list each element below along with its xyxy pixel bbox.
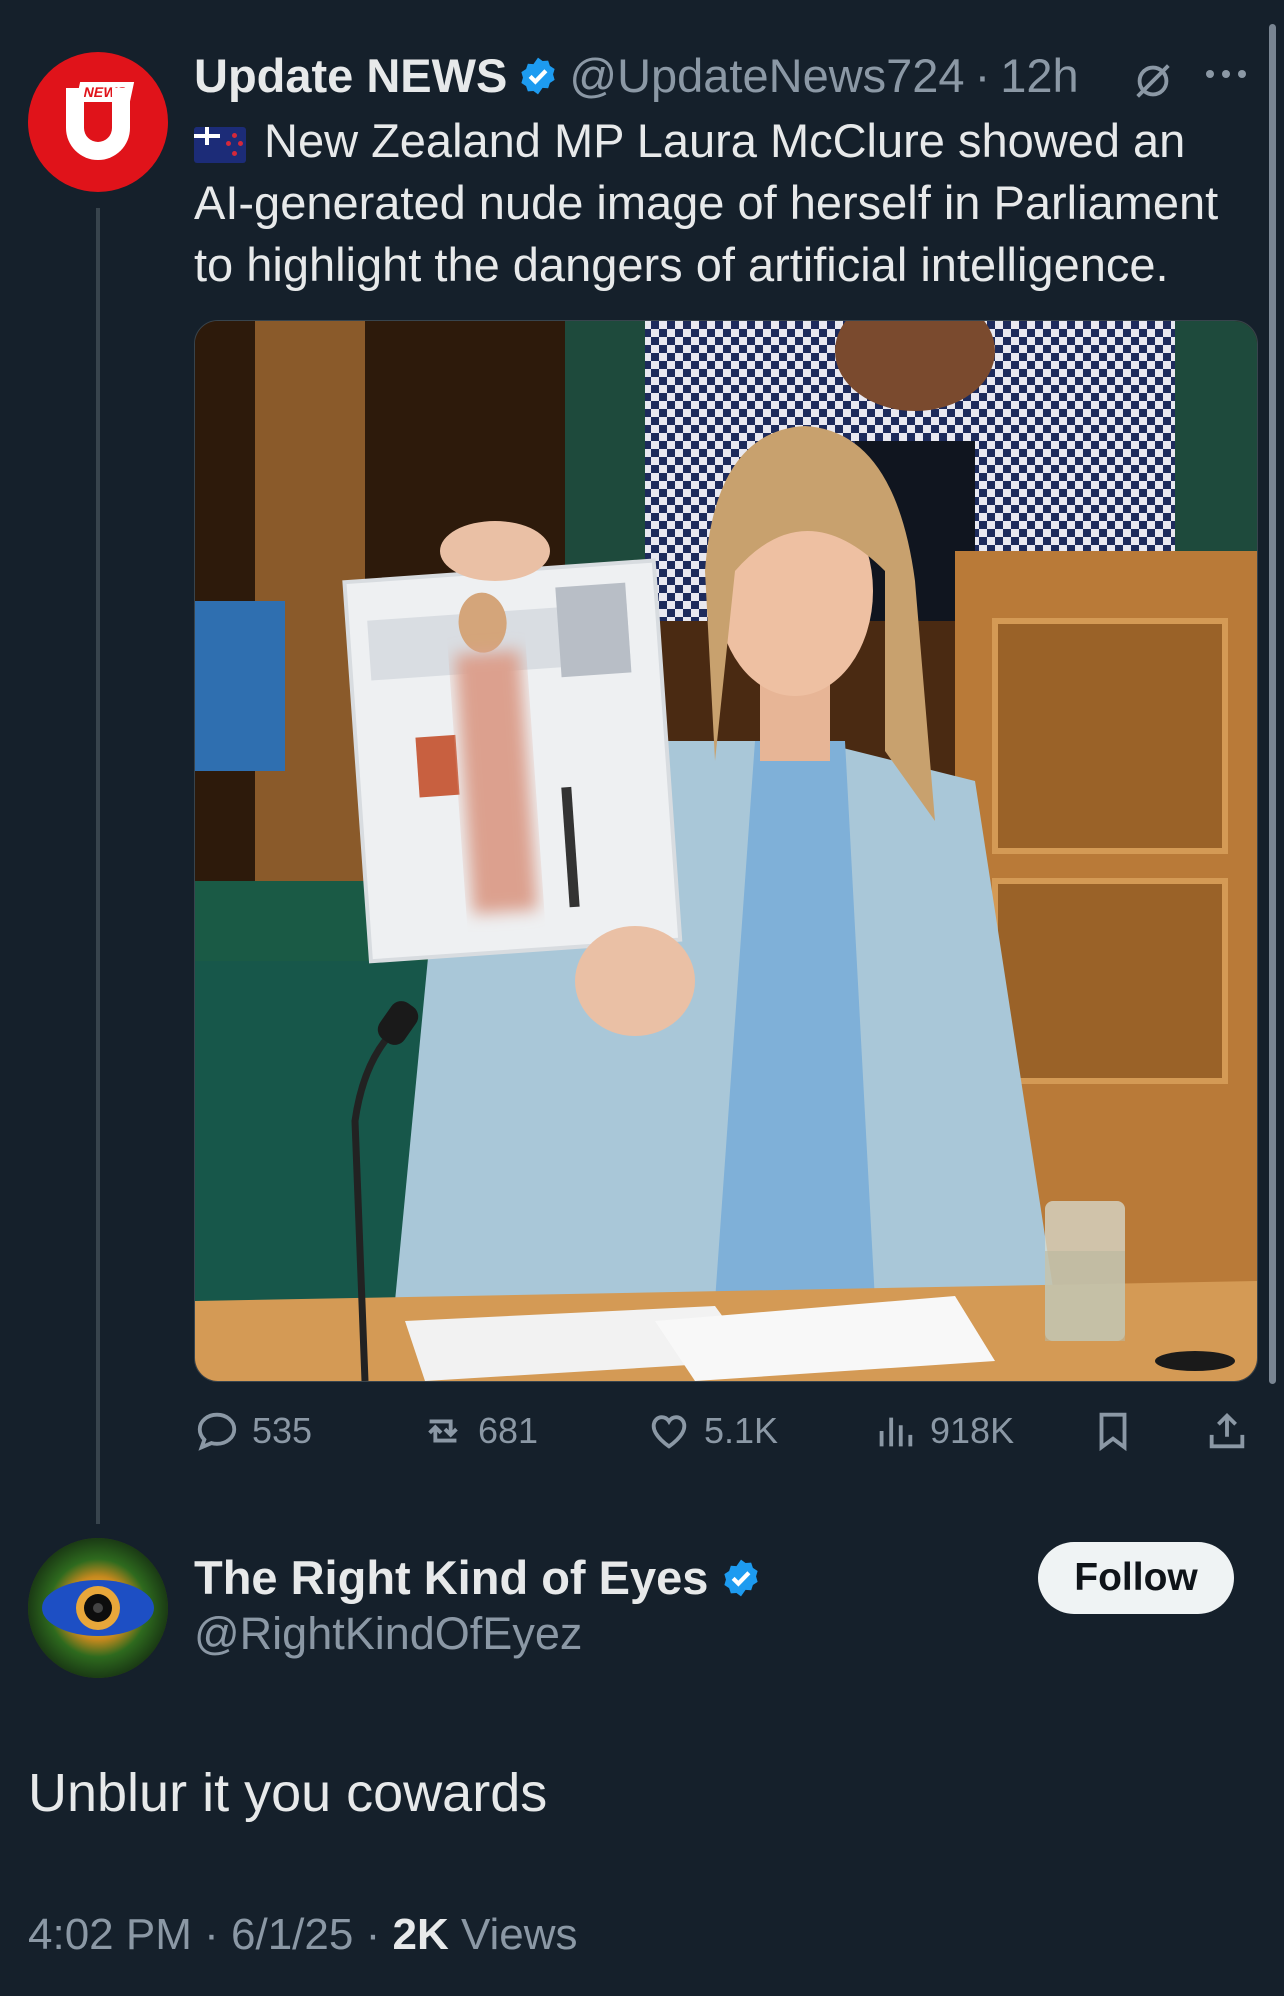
repost-count: 681 [478,1410,539,1451]
meta-separator-2: · [365,1910,381,1959]
reply-action[interactable]: 535 [194,1408,312,1454]
share-action[interactable] [1204,1408,1250,1454]
author-handle[interactable]: @UpdateNews724 [569,48,964,103]
new-zealand-flag-icon [194,126,246,163]
views-action[interactable]: 918K [872,1408,1014,1454]
views-icon [879,1417,913,1447]
avatar-u-logo [66,88,130,160]
reply-meta: 4:02 PM · 6/1/25 · 2K Views [28,1910,578,1960]
grok-icon[interactable] [1130,58,1176,104]
reply-date[interactable]: 6/1/25 [231,1910,353,1959]
update-news-avatar[interactable]: NEWS [28,52,168,192]
tweet-text: New Zealand MP Laura McClure showed an A… [194,110,1254,296]
author-name[interactable]: Update NEWS [194,48,507,103]
tweet-time[interactable]: 12h [1000,48,1078,103]
reply-icon [197,1412,237,1451]
reply-views-count: 2K [392,1910,449,1959]
header-separator: · [974,49,991,102]
repost-action[interactable]: 681 [420,1408,538,1454]
reply-header: The Right Kind of Eyes [194,1550,762,1605]
tweet-media-photo[interactable] [194,320,1258,1382]
reply-author-handle[interactable]: @RightKindOfEyez [194,1608,582,1660]
verified-badge-icon[interactable] [517,55,559,97]
thread-line [96,208,100,1524]
like-count: 5.1K [704,1410,779,1451]
bookmark-action[interactable] [1090,1408,1136,1454]
verified-badge-icon[interactable] [720,1557,762,1599]
like-action[interactable]: 5.1K [646,1408,778,1454]
meta-separator: · [204,1910,219,1959]
more-icon[interactable] [1202,64,1250,84]
share-icon [1209,1412,1245,1449]
bookmark-icon [1099,1412,1127,1452]
repost-icon [428,1419,458,1443]
right-kind-of-eyes-avatar[interactable] [28,1538,168,1678]
reply-text: Unblur it you cowards [28,1763,548,1823]
reply-count: 535 [252,1410,313,1451]
scrollbar[interactable] [1269,24,1276,1384]
follow-button[interactable]: Follow [1038,1542,1234,1614]
tweet-header: Update NEWS @UpdateNews724 · 12h [194,48,1079,103]
reply-views-label: Views [460,1910,578,1959]
like-icon [651,1415,687,1449]
reply-author-name[interactable]: The Right Kind of Eyes [194,1550,708,1605]
views-count: 918K [930,1410,1015,1451]
tweet-action-bar: 535 681 5.1K 918K [194,1408,1254,1464]
reply-time[interactable]: 4:02 PM [28,1910,192,1959]
tweet-body: New Zealand MP Laura McClure showed an A… [194,114,1219,291]
